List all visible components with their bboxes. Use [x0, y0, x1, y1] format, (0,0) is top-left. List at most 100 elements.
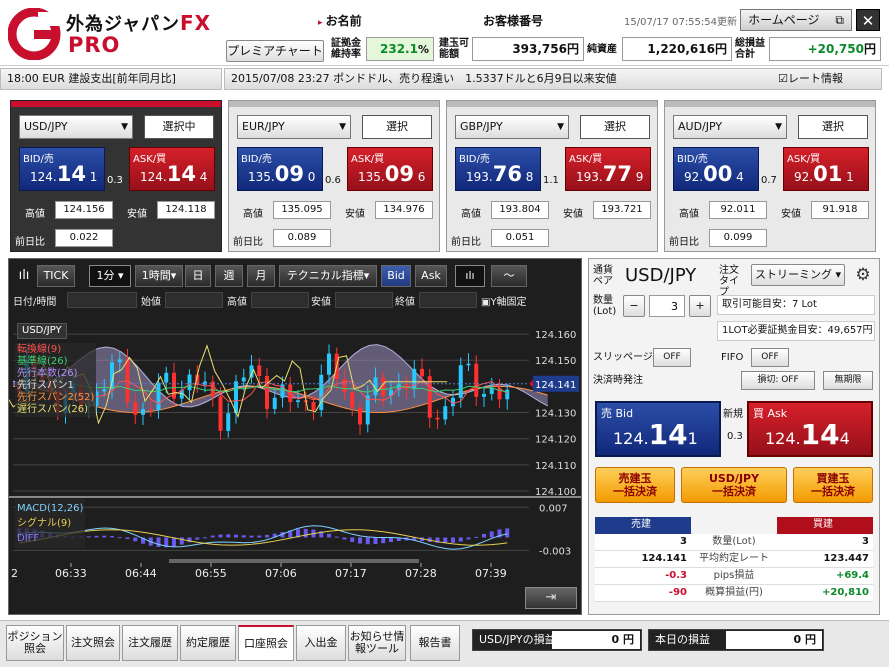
rate-panel-audjpy[interactable]: AUD/JPY ▼ 選択 BID/売 92.00 4 0.7 ASK/買 92.0… — [664, 100, 876, 252]
ask-toggle[interactable]: Ask — [415, 265, 447, 287]
candle-body — [482, 393, 486, 397]
sell-bid-button[interactable]: 売 Bid 124.141 — [595, 401, 721, 457]
rate-panel-gbpjpy[interactable]: GBP/JPY ▼ 選択 BID/売 193.76 8 1.1 ASK/買 193… — [446, 100, 658, 252]
macd-diff-bar — [226, 534, 231, 538]
qty-input[interactable] — [649, 295, 685, 317]
prev-label: 前日比 — [669, 237, 699, 248]
window-icon: ⧉ — [835, 13, 844, 27]
buy-ask-button[interactable]: 買 Ask 124.144 — [747, 401, 873, 457]
bottom-tab[interactable]: お知らせ情報ツール — [348, 625, 406, 661]
hour-select[interactable]: 1時間▾ — [135, 265, 183, 287]
pair-select[interactable]: GBP/JPY ▼ — [455, 115, 569, 139]
today-pl-label: 本日の損益 — [655, 633, 710, 646]
bid-button[interactable]: BID/売 124.14 1 — [19, 147, 105, 191]
tick-button[interactable]: TICK — [37, 265, 75, 287]
y-tick-label: 124.150 — [535, 356, 576, 367]
bottom-tab[interactable]: ポジション照会 — [6, 625, 64, 661]
sell-all-settle-button[interactable]: 売建玉 一括決済 — [595, 467, 675, 503]
ask-button[interactable]: ASK/買 135.09 6 — [347, 147, 433, 191]
candle-body — [327, 353, 331, 375]
legend-item: 遅行スパン(26) — [17, 404, 89, 415]
bid-button[interactable]: BID/売 92.00 4 — [673, 147, 759, 191]
bottom-tab[interactable]: 注文照会 — [66, 625, 120, 661]
candle-body — [272, 397, 277, 409]
macd-diff-bar — [381, 537, 386, 544]
homepage-label: ホームページ — [748, 13, 820, 27]
bottom-tab[interactable]: 報告書 — [410, 625, 460, 661]
news-ticker[interactable]: 2015/07/08 23:27 ポンドドル、売り程遠い 1.5337ドルと6月… — [224, 68, 882, 90]
order-spread: 0.3 — [727, 431, 743, 442]
rate-panel-usdjpy[interactable]: USD/JPY ▼ 選択中 BID/売 124.14 1 0.3 ASK/買 12… — [10, 100, 222, 252]
row-label: 平均約定レート — [699, 553, 769, 564]
chart-pair-label: USD/JPY — [17, 323, 67, 339]
select-pair-button[interactable]: 選択中 — [144, 115, 214, 139]
macd-diff-bar — [489, 531, 494, 538]
bid-toggle[interactable]: Bid — [381, 265, 411, 287]
candle-type-icon[interactable]: ılı — [13, 265, 35, 287]
position-row: -90 概算損益(円) +20,810 — [595, 585, 873, 602]
slippage-button[interactable]: OFF — [653, 348, 691, 367]
candle-body — [296, 400, 300, 403]
x-tick-label: 07:28 — [405, 567, 437, 580]
rate-panel-eurjpy[interactable]: EUR/JPY ▼ 選択 BID/売 135.09 0 0.6 ASK/買 135… — [228, 100, 440, 252]
pair-pl-value: 0 円 — [552, 631, 640, 649]
pair-select[interactable]: USD/JPY ▼ — [19, 115, 133, 139]
rate-info-checkbox[interactable]: ☑レート情報 — [778, 69, 843, 89]
low-label: 安値 — [127, 209, 147, 220]
ask-button[interactable]: ASK/買 193.77 9 — [565, 147, 651, 191]
spread-value: 0.6 — [325, 175, 341, 186]
qty-plus-button[interactable]: + — [689, 295, 711, 317]
macd-tick-label: -0.003 — [539, 546, 571, 557]
select-pair-button[interactable]: 選択 — [362, 115, 432, 139]
yfix-checkbox[interactable]: ▣Y軸固定 — [481, 293, 527, 308]
name-label: ▸ お名前 — [318, 14, 362, 28]
line-chart-icon[interactable]: 〜 — [491, 265, 527, 287]
interval-select[interactable]: 1分 ▾ — [89, 265, 131, 287]
candle-body — [164, 372, 169, 383]
fifo-button[interactable]: OFF — [751, 348, 789, 367]
candle-body — [489, 388, 494, 394]
bottom-tab[interactable]: 注文履歴 — [122, 625, 178, 661]
candle-body — [156, 382, 161, 411]
chart-area[interactable]: ılı TICK 1分 ▾ 1時間▾ 日 週 月 テクニカル指標▾ Bid As… — [8, 258, 582, 615]
expiry-button[interactable]: 無期限 — [823, 371, 873, 390]
buy-value: +20,810 — [822, 587, 869, 598]
week-button[interactable]: 週 — [215, 265, 243, 287]
bottom-tab[interactable]: 約定履歴 — [180, 625, 236, 661]
select-pair-button[interactable]: 選択 — [798, 115, 868, 139]
row-label: 概算損益(円) — [705, 587, 763, 598]
net-assets-value: 1,220,616円 — [622, 37, 732, 61]
pair-pl-label: USD/JPYの損益 — [479, 633, 556, 646]
pair-all-settle-button[interactable]: USD/JPY 一括決済 — [681, 467, 787, 503]
x-tick-label: 07:39 — [475, 567, 507, 580]
economic-indicator-bar[interactable]: 18:00 EUR 建設支出[前年同月比] — [0, 68, 222, 90]
bid-button[interactable]: BID/売 193.76 8 — [455, 147, 541, 191]
low-label: 安値 — [563, 209, 583, 220]
homepage-button[interactable]: ホームページ ⧉ — [740, 9, 852, 31]
order-pair: USD/JPY — [625, 265, 697, 286]
pair-select[interactable]: EUR/JPY ▼ — [237, 115, 351, 139]
bid-price: 92.00 4 — [684, 162, 744, 186]
month-button[interactable]: 月 — [247, 265, 275, 287]
pair-select[interactable]: AUD/JPY ▼ — [673, 115, 787, 139]
select-pair-button[interactable]: 選択 — [580, 115, 650, 139]
bid-button[interactable]: BID/売 135.09 0 — [237, 147, 323, 191]
candle-body — [427, 376, 432, 418]
bottom-tab[interactable]: 口座照会 — [238, 625, 294, 661]
candlestick-icon[interactable]: ılı — [455, 265, 485, 287]
scroll-end-icon[interactable]: ⇥ — [525, 587, 577, 609]
panel-top-bar — [229, 101, 439, 107]
stop-loss-button[interactable]: 損切: OFF — [741, 371, 815, 390]
premium-chart-button[interactable]: プレミアチャート — [226, 40, 324, 62]
bottom-tab[interactable]: 入出金 — [296, 625, 346, 661]
day-button[interactable]: 日 — [185, 265, 211, 287]
close-icon[interactable]: ✕ — [856, 9, 880, 31]
ask-button[interactable]: ASK/買 92.01 1 — [783, 147, 869, 191]
ask-button[interactable]: ASK/買 124.14 4 — [129, 147, 215, 191]
order-type-select[interactable]: ストリーミング ▾ — [751, 264, 845, 286]
candle-body — [102, 389, 107, 392]
technical-select[interactable]: テクニカル指標▾ — [279, 265, 377, 287]
gear-icon[interactable]: ⚙ — [851, 264, 875, 286]
qty-minus-button[interactable]: − — [623, 295, 645, 317]
buy-all-settle-button[interactable]: 買建玉 一括決済 — [793, 467, 873, 503]
